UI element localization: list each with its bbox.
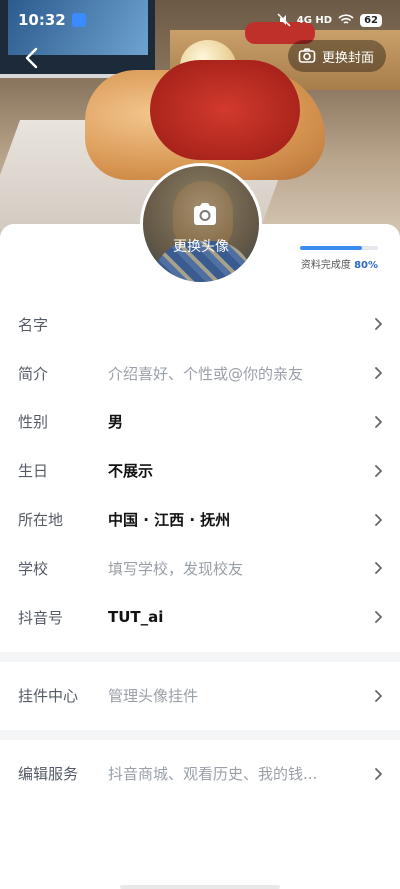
chevron-right-icon xyxy=(375,318,382,331)
widget-center-row[interactable]: 挂件中心 管理头像挂件 xyxy=(0,662,400,730)
chevron-right-icon xyxy=(375,367,382,380)
field-label: 学校 xyxy=(18,559,49,578)
camera-icon xyxy=(298,48,316,63)
completion-text: 资料完成度 80% xyxy=(300,256,378,271)
field-label: 生日 xyxy=(18,462,49,481)
field-label: 性别 xyxy=(18,413,49,432)
field-value: 男 xyxy=(108,413,124,432)
notification-icon xyxy=(71,13,86,27)
field-row-douyin-id[interactable]: 抖音号 TUT_ai xyxy=(0,593,400,642)
field-placeholder: 填写学校，发现校友 xyxy=(108,559,244,578)
field-row-location[interactable]: 所在地 中国 · 江西 · 抚州 xyxy=(0,495,400,544)
field-placeholder: 介绍喜好、个性或@你的亲友 xyxy=(108,364,304,383)
field-row-school[interactable]: 学校 填写学校，发现校友 xyxy=(0,544,400,593)
field-value: 不展示 xyxy=(108,462,154,481)
back-arrow-icon[interactable] xyxy=(18,44,46,72)
edit-service-row[interactable]: 编辑服务 抖音商城、观看历史、我的钱... xyxy=(0,740,400,808)
field-label: 所在地 xyxy=(18,511,64,530)
change-avatar-label: 更换头像 xyxy=(173,239,229,255)
chevron-right-icon xyxy=(375,689,382,702)
change-cover-button[interactable]: 更换封面 xyxy=(287,40,386,72)
status-icons: 4G HD 62 xyxy=(277,13,382,27)
field-value: 中国 · 江西 · 抚州 xyxy=(108,511,231,530)
completion-percent: 80% xyxy=(354,260,378,271)
home-indicator[interactable] xyxy=(120,885,280,889)
profile-completion: 资料完成度 80% xyxy=(300,246,378,271)
completion-fill xyxy=(300,246,363,250)
chevron-right-icon xyxy=(375,513,382,526)
field-row-gender[interactable]: 性别 男 xyxy=(0,398,400,447)
chevron-right-icon xyxy=(375,464,382,477)
mute-icon xyxy=(277,13,291,27)
section-divider xyxy=(0,729,400,740)
field-row-name[interactable]: 名字 xyxy=(0,300,400,349)
avatar[interactable]: 更换头像 xyxy=(140,163,262,285)
field-label: 名字 xyxy=(18,315,49,334)
edit-service-value: 抖音商城、观看历史、我的钱... xyxy=(108,765,318,784)
chevron-right-icon xyxy=(375,562,382,575)
change-cover-label: 更换封面 xyxy=(321,50,374,66)
widget-center-value: 管理头像挂件 xyxy=(108,687,199,706)
network-label: 4G HD xyxy=(296,14,333,26)
field-row-birthday[interactable]: 生日 不展示 xyxy=(0,446,400,495)
chevron-right-icon xyxy=(375,767,382,780)
field-label: 抖音号 xyxy=(18,608,64,627)
wifi-icon xyxy=(338,14,354,24)
profile-field-list: 名字 简介 介绍喜好、个性或@你的亲友 性别 男 生日 不展示 所在地 中国 ·… xyxy=(0,300,400,808)
completion-track xyxy=(300,246,378,250)
field-row-bio[interactable]: 简介 介绍喜好、个性或@你的亲友 xyxy=(0,349,400,398)
camera-icon xyxy=(194,203,216,225)
field-label: 简介 xyxy=(18,364,49,383)
section-divider xyxy=(0,651,400,662)
field-value: TUT_ai xyxy=(108,608,164,627)
sweater-illustration xyxy=(150,60,300,160)
status-time: 10:32 xyxy=(18,11,66,29)
battery-level: 62 xyxy=(360,13,382,27)
completion-label: 资料完成度 xyxy=(300,260,351,271)
edit-service-label: 编辑服务 xyxy=(18,765,79,784)
status-bar: 10:32 4G HD 62 xyxy=(0,0,400,40)
widget-center-label: 挂件中心 xyxy=(18,687,79,706)
chevron-right-icon xyxy=(375,416,382,428)
chevron-right-icon xyxy=(375,611,382,624)
